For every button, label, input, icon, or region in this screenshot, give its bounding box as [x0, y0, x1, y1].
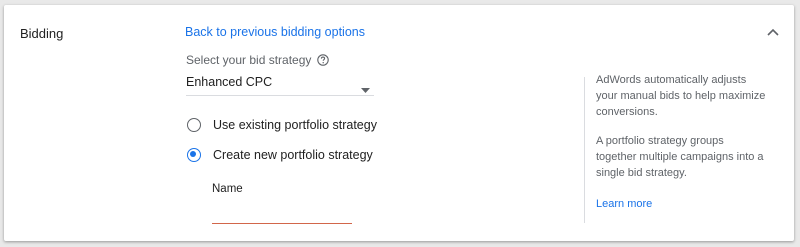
name-input[interactable]: [212, 201, 352, 224]
bid-strategy-selected-value: Enhanced CPC: [186, 75, 273, 89]
caret-down-icon: [361, 80, 370, 98]
help-text-portfolio: A portfolio strategy groups together mul…: [596, 135, 764, 179]
use-existing-portfolio-label: Use existing portfolio strategy: [213, 118, 377, 132]
radio-unchecked-icon[interactable]: [187, 118, 201, 132]
chevron-up-icon: [767, 23, 779, 41]
collapse-button[interactable]: [766, 25, 780, 39]
create-new-portfolio-radio-option[interactable]: Create new portfolio strategy: [187, 148, 373, 162]
learn-more-link[interactable]: Learn more: [596, 198, 652, 210]
help-text-conversions: AdWords automatically adjusts your manua…: [596, 74, 766, 118]
create-new-portfolio-label: Create new portfolio strategy: [213, 148, 373, 162]
help-circle-icon[interactable]: [317, 54, 330, 66]
bidding-section-card: Bidding Back to previous bidding options…: [4, 5, 794, 241]
section-title: Bidding: [20, 26, 64, 41]
bid-strategy-label-text: Select your bid strategy: [186, 53, 312, 67]
bid-strategy-label: Select your bid strategy: [186, 53, 330, 67]
use-existing-portfolio-radio-option[interactable]: Use existing portfolio strategy: [187, 118, 377, 132]
bid-strategy-dropdown[interactable]: Enhanced CPC: [186, 71, 374, 96]
vertical-divider: [584, 77, 585, 223]
back-to-previous-bidding-link[interactable]: Back to previous bidding options: [185, 25, 365, 39]
radio-checked-icon[interactable]: [187, 148, 201, 162]
name-field-label: Name: [212, 183, 243, 195]
